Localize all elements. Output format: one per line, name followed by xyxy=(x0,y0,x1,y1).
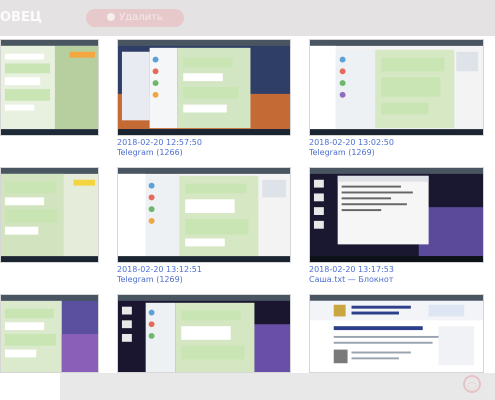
top-bar: ОВЕЦ Удалить xyxy=(0,0,495,36)
screenshot-preview xyxy=(310,40,483,135)
screenshot-date[interactable]: 2018-02-20 13:17:53 xyxy=(309,265,394,275)
delete-button-label: Удалить xyxy=(119,12,163,23)
screenshot-thumbnail[interactable] xyxy=(0,294,99,373)
screenshot-preview xyxy=(1,295,98,372)
screenshot-caption[interactable]: 2018-02-20 13:17:53 Саша.txt — Блокнот xyxy=(309,265,394,285)
screenshot-thumbnail[interactable] xyxy=(309,167,484,263)
page-title: ОВЕЦ xyxy=(0,10,42,25)
screenshot-title[interactable]: Telegram (1266) xyxy=(117,148,202,158)
circle-mark-icon[interactable]: ◌ xyxy=(463,375,481,393)
screenshot-preview xyxy=(118,40,290,135)
screenshot-thumbnail[interactable] xyxy=(117,294,291,373)
screenshot-preview xyxy=(118,295,290,372)
bottom-bar: ◌ xyxy=(60,373,495,400)
screenshot-caption[interactable]: 2018-02-20 12:57:50 Telegram (1266) xyxy=(117,138,202,158)
screenshot-caption[interactable]: 2018-02-20 13:02:50 Telegram (1269) xyxy=(309,138,394,158)
screenshot-grid: 2018-02-20 12:57:50 Telegram (1266) 2018… xyxy=(0,36,495,373)
button-icon xyxy=(107,13,116,21)
screenshot-thumbnail[interactable] xyxy=(0,167,99,263)
screenshot-date[interactable]: 2018-02-20 13:02:50 xyxy=(309,138,394,148)
screenshot-thumbnail[interactable] xyxy=(117,39,291,136)
screenshot-date[interactable]: 2018-02-20 12:57:50 xyxy=(117,138,202,148)
screenshot-preview xyxy=(310,295,483,372)
screenshot-thumbnail[interactable] xyxy=(309,294,484,373)
screenshot-preview xyxy=(118,168,290,262)
screenshot-date[interactable]: 2018-02-20 13:12:51 xyxy=(117,265,202,275)
screenshot-title[interactable]: Telegram (1269) xyxy=(117,275,202,285)
screenshot-thumbnail[interactable] xyxy=(309,39,484,136)
screenshot-preview xyxy=(310,168,483,262)
screenshot-thumbnail[interactable] xyxy=(0,39,99,136)
screenshot-caption[interactable]: 2018-02-20 13:12:51 Telegram (1269) xyxy=(117,265,202,285)
screenshot-title[interactable]: Саша.txt — Блокнот xyxy=(309,275,394,285)
delete-button[interactable]: Удалить xyxy=(86,9,184,27)
screenshot-title[interactable]: Telegram (1269) xyxy=(309,148,394,158)
screenshot-preview xyxy=(1,168,98,262)
screenshot-thumbnail[interactable] xyxy=(117,167,291,263)
screenshot-preview xyxy=(1,40,98,135)
